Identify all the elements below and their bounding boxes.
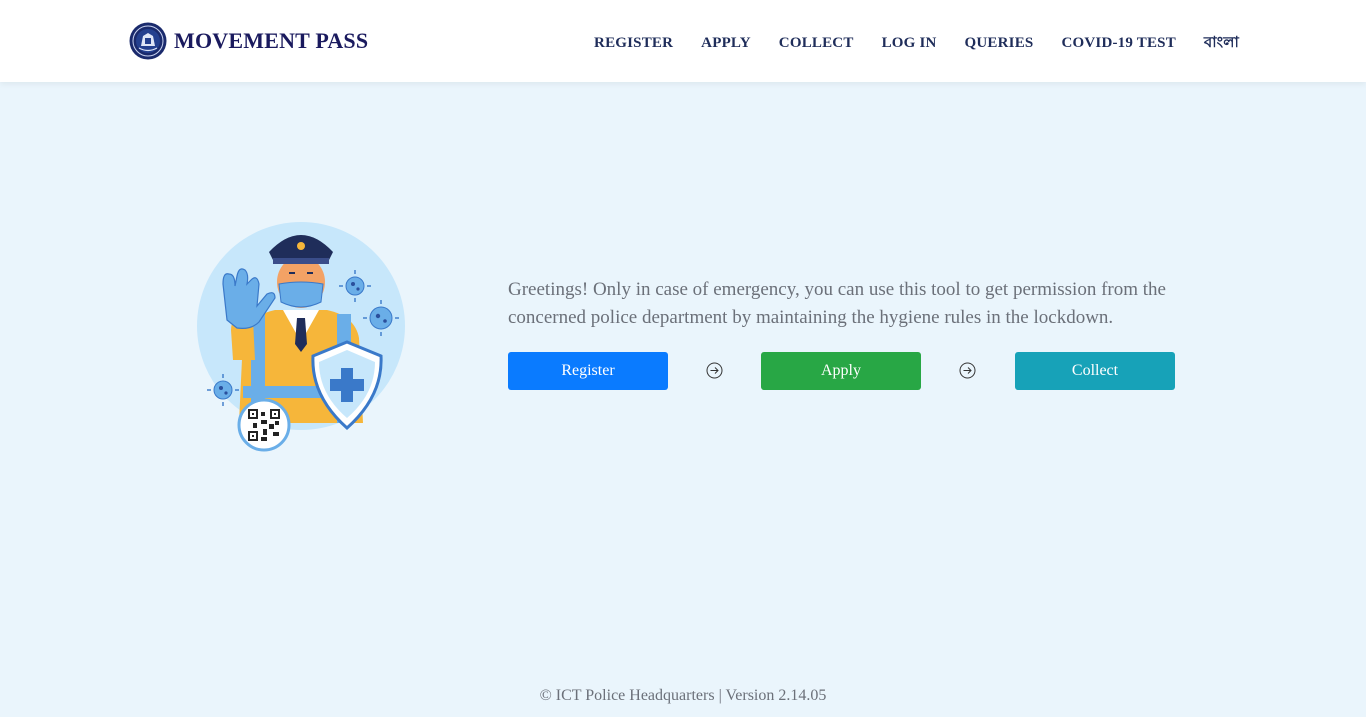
nav-register[interactable]: REGISTER (594, 35, 673, 52)
intro-text: Greetings! Only in case of emergency, yo… (508, 279, 1166, 328)
footer-text: © ICT Police Headquarters | Version 2.14… (539, 687, 827, 704)
nav-covid-test[interactable]: COVID-19 TEST (1061, 35, 1175, 52)
brand-name: MOVEMENT PASS (174, 28, 369, 53)
nav-apply[interactable]: APPLY (701, 35, 751, 52)
arrow-right-circle-icon (706, 362, 723, 379)
brand-link[interactable]: MOVEMENT PASS (129, 22, 368, 60)
main-nav: REGISTER APPLY COLLECT LOG IN QUERIES CO… (594, 31, 1239, 56)
nav-language-toggle[interactable]: বাংলা (1204, 31, 1239, 56)
register-button[interactable]: Register (508, 352, 668, 390)
arrow-right-circle-icon (959, 362, 976, 379)
apply-button[interactable]: Apply (761, 352, 921, 390)
nav-queries[interactable]: QUERIES (965, 35, 1034, 52)
nav-collect[interactable]: COLLECT (779, 35, 854, 52)
police-emblem-icon (129, 22, 167, 60)
top-navbar: MOVEMENT PASS REGISTER APPLY COLLECT LOG… (0, 0, 1366, 82)
police-officer-illustration (197, 222, 405, 452)
nav-login[interactable]: LOG IN (882, 35, 937, 52)
collect-button[interactable]: Collect (1015, 352, 1175, 390)
